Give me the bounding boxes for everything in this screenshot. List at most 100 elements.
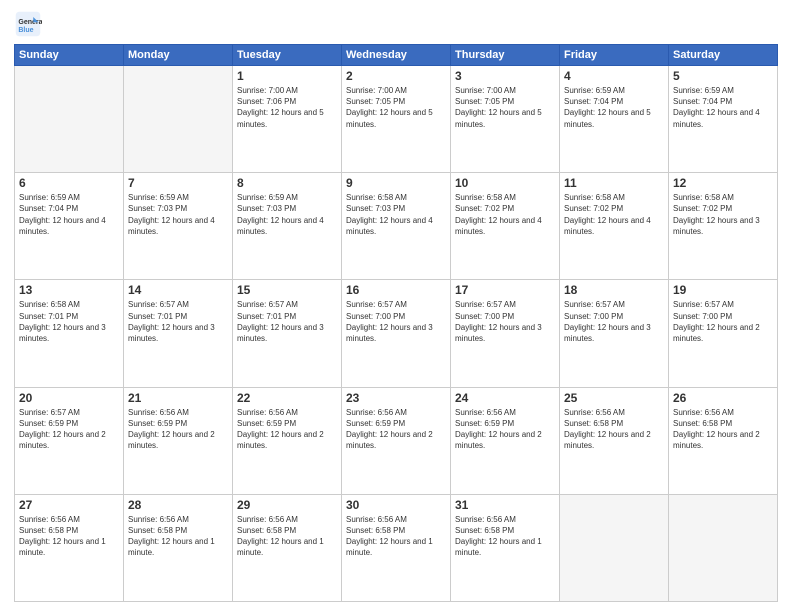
day-info: Sunrise: 6:56 AMSunset: 6:59 PMDaylight:… xyxy=(237,407,337,452)
calendar-cell: 29Sunrise: 6:56 AMSunset: 6:58 PMDayligh… xyxy=(233,494,342,601)
calendar-cell: 18 Sunrise: 6:57 AMSunset: 7:00 PMDayligh… xyxy=(560,280,669,387)
day-number: 2 xyxy=(346,69,446,83)
calendar-cell: 19 Sunrise: 6:57 AMSunset: 7:00 PMDayligh… xyxy=(669,280,778,387)
day-number: 30 xyxy=(346,498,446,512)
day-number: 18 xyxy=(564,283,664,297)
day-number: 4 xyxy=(564,69,664,83)
calendar-table: SundayMondayTuesdayWednesdayThursdayFrid… xyxy=(14,44,778,602)
day-number: 3 xyxy=(455,69,555,83)
day-of-week-friday: Friday xyxy=(560,45,669,66)
day-info: Sunrise: 6:58 AMSunset: 7:02 PMDaylight:… xyxy=(564,192,664,237)
calendar-cell: 1Sunrise: 7:00 AMSunset: 7:06 PMDaylight… xyxy=(233,66,342,173)
calendar-cell: 9Sunrise: 6:58 AMSunset: 7:03 PMDaylight… xyxy=(342,173,451,280)
calendar-cell: 8Sunrise: 6:59 AMSunset: 7:03 PMDaylight… xyxy=(233,173,342,280)
day-number: 26 xyxy=(673,391,773,405)
day-info: Sunrise: 7:00 AMSunset: 7:05 PMDaylight:… xyxy=(346,85,446,130)
day-number: 14 xyxy=(128,283,228,297)
day-number: 9 xyxy=(346,176,446,190)
logo: General Blue xyxy=(14,10,46,38)
day-number: 13 xyxy=(19,283,119,297)
header: General Blue xyxy=(14,10,778,38)
calendar-cell: 24 Sunrise: 6:56 AMSunset: 6:59 PMDayligh… xyxy=(451,387,560,494)
calendar-cell: 25 Sunrise: 6:56 AMSunset: 6:58 PMDayligh… xyxy=(560,387,669,494)
day-info: Sunrise: 6:58 AMSunset: 7:02 PMDaylight:… xyxy=(455,192,555,237)
page: General Blue SundayMondayTuesdayWednesda… xyxy=(0,0,792,612)
day-info: Sunrise: 7:00 AMSunset: 7:05 PMDaylight:… xyxy=(455,85,555,130)
calendar-cell: 16 Sunrise: 6:57 AMSunset: 7:00 PMDayligh… xyxy=(342,280,451,387)
calendar-cell: 23 Sunrise: 6:56 AMSunset: 6:59 PMDayligh… xyxy=(342,387,451,494)
day-number: 7 xyxy=(128,176,228,190)
svg-text:Blue: Blue xyxy=(18,27,33,34)
day-number: 15 xyxy=(237,283,337,297)
calendar-cell: 6 Sunrise: 6:59 AMSunset: 7:04 PMDaylight… xyxy=(15,173,124,280)
day-number: 28 xyxy=(128,498,228,512)
day-info: Sunrise: 6:57 AMSunset: 7:00 PMDaylight:… xyxy=(673,299,773,344)
day-number: 23 xyxy=(346,391,446,405)
calendar-cell: 2 Sunrise: 7:00 AMSunset: 7:05 PMDaylight… xyxy=(342,66,451,173)
calendar-header-row: SundayMondayTuesdayWednesdayThursdayFrid… xyxy=(15,45,778,66)
calendar-cell xyxy=(669,494,778,601)
day-number: 16 xyxy=(346,283,446,297)
day-number: 27 xyxy=(19,498,119,512)
day-info: Sunrise: 6:57 AMSunset: 6:59 PMDaylight:… xyxy=(19,407,119,452)
day-info: Sunrise: 6:56 AMSunset: 6:58 PMDaylight:… xyxy=(237,514,337,559)
day-info: Sunrise: 6:59 AMSunset: 7:04 PMDaylight:… xyxy=(673,85,773,130)
calendar-cell: 30Sunrise: 6:56 AMSunset: 6:58 PMDayligh… xyxy=(342,494,451,601)
calendar-cell: 13 Sunrise: 6:58 AMSunset: 7:01 PMDayligh… xyxy=(15,280,124,387)
day-number: 24 xyxy=(455,391,555,405)
day-number: 31 xyxy=(455,498,555,512)
day-info: Sunrise: 6:56 AMSunset: 6:58 PMDaylight:… xyxy=(673,407,773,452)
day-of-week-monday: Monday xyxy=(124,45,233,66)
day-number: 6 xyxy=(19,176,119,190)
calendar-cell: 7 Sunrise: 6:59 AMSunset: 7:03 PMDaylight… xyxy=(124,173,233,280)
week-row-1: 1Sunrise: 7:00 AMSunset: 7:06 PMDaylight… xyxy=(15,66,778,173)
calendar-cell: 21Sunrise: 6:56 AMSunset: 6:59 PMDayligh… xyxy=(124,387,233,494)
day-info: Sunrise: 6:59 AMSunset: 7:04 PMDaylight:… xyxy=(564,85,664,130)
calendar-cell: 14Sunrise: 6:57 AMSunset: 7:01 PMDayligh… xyxy=(124,280,233,387)
day-info: Sunrise: 6:57 AMSunset: 7:00 PMDaylight:… xyxy=(455,299,555,344)
day-info: Sunrise: 6:57 AMSunset: 7:00 PMDaylight:… xyxy=(564,299,664,344)
day-number: 12 xyxy=(673,176,773,190)
calendar-cell: 15 Sunrise: 6:57 AMSunset: 7:01 PMDayligh… xyxy=(233,280,342,387)
day-info: Sunrise: 6:57 AMSunset: 7:00 PMDaylight:… xyxy=(346,299,446,344)
calendar-cell: 22 Sunrise: 6:56 AMSunset: 6:59 PMDayligh… xyxy=(233,387,342,494)
day-number: 19 xyxy=(673,283,773,297)
calendar-cell: 17 Sunrise: 6:57 AMSunset: 7:00 PMDayligh… xyxy=(451,280,560,387)
day-of-week-sunday: Sunday xyxy=(15,45,124,66)
day-of-week-tuesday: Tuesday xyxy=(233,45,342,66)
day-info: Sunrise: 6:56 AMSunset: 6:58 PMDaylight:… xyxy=(128,514,228,559)
day-info: Sunrise: 6:56 AMSunset: 6:58 PMDaylight:… xyxy=(19,514,119,559)
calendar-cell: 28 Sunrise: 6:56 AMSunset: 6:58 PMDayligh… xyxy=(124,494,233,601)
day-number: 20 xyxy=(19,391,119,405)
day-info: Sunrise: 6:59 AMSunset: 7:03 PMDaylight:… xyxy=(128,192,228,237)
day-number: 17 xyxy=(455,283,555,297)
svg-text:General: General xyxy=(18,19,42,26)
week-row-2: 6 Sunrise: 6:59 AMSunset: 7:04 PMDaylight… xyxy=(15,173,778,280)
day-info: Sunrise: 6:58 AMSunset: 7:02 PMDaylight:… xyxy=(673,192,773,237)
calendar-cell xyxy=(560,494,669,601)
day-info: Sunrise: 6:57 AMSunset: 7:01 PMDaylight:… xyxy=(237,299,337,344)
calendar-cell: 5Sunrise: 6:59 AMSunset: 7:04 PMDaylight… xyxy=(669,66,778,173)
day-info: Sunrise: 6:56 AMSunset: 6:58 PMDaylight:… xyxy=(455,514,555,559)
calendar-cell: 4 Sunrise: 6:59 AMSunset: 7:04 PMDaylight… xyxy=(560,66,669,173)
calendar-cell xyxy=(15,66,124,173)
day-info: Sunrise: 6:56 AMSunset: 6:59 PMDaylight:… xyxy=(346,407,446,452)
calendar-cell: 10 Sunrise: 6:58 AMSunset: 7:02 PMDayligh… xyxy=(451,173,560,280)
day-number: 1 xyxy=(237,69,337,83)
calendar-cell: 3 Sunrise: 7:00 AMSunset: 7:05 PMDaylight… xyxy=(451,66,560,173)
day-info: Sunrise: 6:56 AMSunset: 6:58 PMDaylight:… xyxy=(564,407,664,452)
day-info: Sunrise: 6:56 AMSunset: 6:59 PMDaylight:… xyxy=(455,407,555,452)
calendar-cell: 31 Sunrise: 6:56 AMSunset: 6:58 PMDayligh… xyxy=(451,494,560,601)
day-number: 11 xyxy=(564,176,664,190)
day-info: Sunrise: 6:59 AMSunset: 7:04 PMDaylight:… xyxy=(19,192,119,237)
day-number: 25 xyxy=(564,391,664,405)
day-number: 22 xyxy=(237,391,337,405)
day-info: Sunrise: 6:59 AMSunset: 7:03 PMDaylight:… xyxy=(237,192,337,237)
day-info: Sunrise: 6:58 AMSunset: 7:01 PMDaylight:… xyxy=(19,299,119,344)
calendar-cell: 11 Sunrise: 6:58 AMSunset: 7:02 PMDayligh… xyxy=(560,173,669,280)
day-number: 10 xyxy=(455,176,555,190)
calendar-cell: 27 Sunrise: 6:56 AMSunset: 6:58 PMDayligh… xyxy=(15,494,124,601)
calendar-cell: 26 Sunrise: 6:56 AMSunset: 6:58 PMDayligh… xyxy=(669,387,778,494)
day-of-week-wednesday: Wednesday xyxy=(342,45,451,66)
day-number: 21 xyxy=(128,391,228,405)
